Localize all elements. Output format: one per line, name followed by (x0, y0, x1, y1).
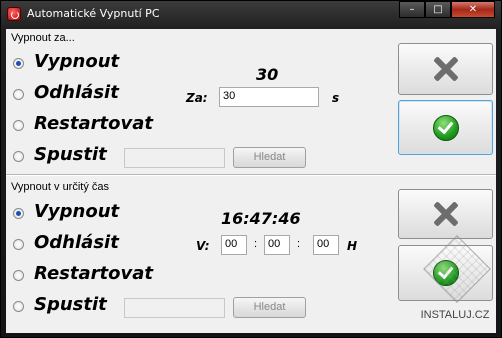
x-icon (433, 56, 459, 82)
option-section2-odhlasit[interactable]: Odhlásit (34, 232, 119, 253)
za-label: Za: (186, 91, 208, 105)
option-section2-spustit[interactable]: Spustit (34, 294, 107, 315)
option-section1-odhlasit[interactable]: Odhlásit (34, 82, 119, 103)
window-title: Automatické Vypnutí PC (27, 7, 160, 20)
option-section2-vypnout[interactable]: Vypnout (34, 201, 119, 222)
seconds-time-input[interactable]: 00 (313, 235, 339, 255)
watermark: INSTALUJ.CZ (413, 235, 497, 331)
time-separator: : (254, 238, 258, 250)
time-separator: : (297, 238, 301, 250)
confirm-button-1[interactable] (398, 100, 493, 155)
browse-button-1[interactable]: Hledat (233, 147, 306, 168)
section2-label: Vypnout v určitý čas (11, 181, 110, 193)
caption-buttons: – □ ✕ (399, 1, 495, 19)
run-path-input-1[interactable] (124, 148, 225, 168)
radio-section1-vypnout[interactable] (13, 58, 24, 69)
cancel-button-2[interactable] (398, 189, 493, 239)
x-icon (433, 201, 459, 227)
seconds-input[interactable]: 30 (219, 87, 319, 107)
watermark-logo (423, 235, 491, 303)
countdown-display: 30 (256, 65, 279, 84)
radio-section2-vypnout[interactable] (13, 208, 24, 219)
maximize-button[interactable]: □ (425, 1, 451, 18)
radio-section1-spustit[interactable] (13, 151, 24, 162)
power-icon (7, 7, 21, 21)
radio-section2-restartovat[interactable] (13, 270, 24, 281)
minutes-input[interactable]: 00 (264, 235, 290, 255)
section1-label: Vypnout za... (11, 32, 75, 44)
radio-section2-spustit[interactable] (13, 301, 24, 312)
run-path-input-2[interactable] (124, 298, 225, 318)
hours-input[interactable]: 00 (221, 235, 247, 255)
seconds-unit: s (332, 91, 340, 105)
clock-display: 16:47:46 (221, 209, 301, 228)
option-section1-restartovat[interactable]: Restartovat (34, 113, 153, 134)
cancel-button-1[interactable] (398, 43, 493, 95)
browse-button-2[interactable]: Hledat (233, 297, 306, 318)
app-window: Automatické Vypnutí PC – □ ✕ Vypnout za.… (0, 0, 502, 338)
section-divider (6, 174, 496, 176)
radio-section2-odhlasit[interactable] (13, 239, 24, 250)
option-section2-restartovat[interactable]: Restartovat (34, 263, 153, 284)
minimize-button[interactable]: – (399, 1, 425, 18)
time-label: V: (196, 239, 210, 253)
title-bar[interactable]: Automatické Vypnutí PC – □ ✕ (1, 1, 501, 27)
watermark-text: INSTALUJ.CZ (420, 309, 490, 321)
radio-section1-restartovat[interactable] (13, 120, 24, 131)
checkmark-icon (432, 114, 459, 141)
close-button[interactable]: ✕ (451, 1, 495, 18)
radio-section1-odhlasit[interactable] (13, 89, 24, 100)
option-section1-vypnout[interactable]: Vypnout (34, 51, 119, 72)
option-section1-spustit[interactable]: Spustit (34, 144, 107, 165)
hours-unit: H (347, 239, 358, 253)
